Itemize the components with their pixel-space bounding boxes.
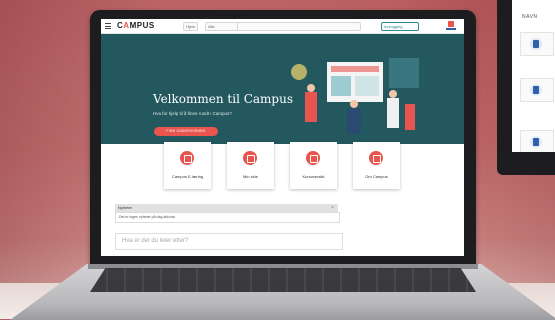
partner-logo-icon [446,21,456,30]
hero-illustration [291,58,419,134]
document-icon [530,38,542,50]
card-label: Kursoversikt [302,174,325,179]
news-panel-header: Nyheter × [115,204,338,212]
laptop-icon [530,136,542,148]
laptop-keyboard [90,268,476,292]
question-input[interactable]: Hva er det du leter etter? [115,233,343,250]
list-icon [306,151,320,165]
monitor-tile[interactable] [520,32,554,56]
book-icon [530,84,542,96]
menu-icon[interactable] [105,23,111,29]
card-about-campus[interactable]: Om Campus [353,142,400,189]
nav-home[interactable]: Hjem [183,22,199,31]
hero-title: Velkommen til Campus [153,92,293,106]
card-label: Campus E-læring [171,174,204,179]
monitor-tile[interactable] [520,78,554,102]
close-icon[interactable]: × [331,204,334,212]
laptop-icon [180,151,194,165]
hero-banner: Velkommen til Campus Hva for hjelp til å… [101,34,464,144]
monitor-screen: NAVN [512,0,555,152]
monitor-title: NAVN [522,14,538,20]
user-icon [243,151,257,165]
news-row: Det er ingen nyheter på dag akkurat [115,212,340,223]
hero-subtitle: Hva for hjelp til å finne rundt i Campus… [153,111,232,116]
site-logo[interactable]: CAMPUS [117,21,155,30]
card-course-overview[interactable]: Kursoversikt [290,142,337,189]
laptop-screen: CAMPUS Hjem Alle Innlogging Velkommen ti… [101,19,464,256]
card-label: Min side [243,174,258,179]
card-my-page[interactable]: Min side [227,142,274,189]
login-button[interactable]: Innlogging [381,22,419,31]
search-input[interactable] [237,22,361,31]
site-topbar: CAMPUS Hjem Alle Innlogging [101,19,464,34]
filter-select[interactable]: Alle [205,22,239,31]
find-course-button[interactable]: FINN UNDERVISNING [154,127,218,136]
card-label: Om Campus [365,174,388,179]
monitor-tile[interactable] [520,130,554,152]
card-campus-elearning[interactable]: Campus E-læring [164,142,211,189]
info-icon [369,151,383,165]
